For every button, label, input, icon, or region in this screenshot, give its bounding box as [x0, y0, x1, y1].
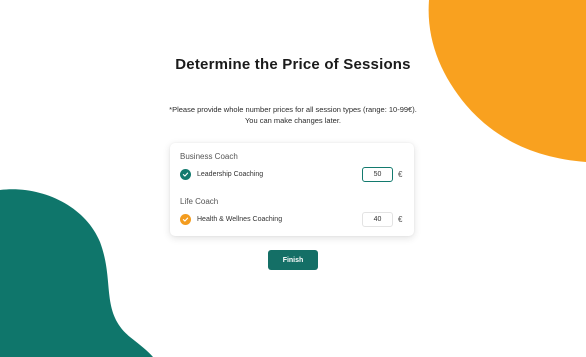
page-title: Determine the Price of Sessions — [175, 56, 411, 73]
check-circle-icon — [180, 168, 191, 180]
session-name: Leadership Coaching — [197, 170, 264, 178]
session-row-health-wellness-coaching: Health & Wellnes Coaching € — [180, 211, 404, 227]
finish-button[interactable]: Finish — [268, 250, 318, 270]
price-input-leadership-coaching[interactable] — [362, 166, 393, 182]
price-setup-page: Determine the Price of Sessions *Please … — [0, 0, 586, 357]
check-circle-icon — [180, 213, 191, 225]
category-label-business-coach: Business Coach — [180, 152, 238, 161]
session-price-card: Business Coach Leadership Coaching € Lif… — [170, 143, 414, 236]
subtitle-instructions: *Please provide whole number prices for … — [169, 105, 417, 114]
currency-symbol: € — [398, 169, 403, 179]
currency-symbol: € — [398, 214, 403, 224]
session-row-leadership-coaching: Leadership Coaching € — [180, 166, 404, 182]
category-label-life-coach: Life Coach — [180, 197, 219, 206]
session-name: Health & Wellnes Coaching — [197, 215, 283, 223]
subtitle-note: You can make changes later. — [244, 116, 342, 125]
price-input-health-wellness-coaching[interactable] — [362, 211, 393, 227]
page-subtitle: *Please provide whole number prices for … — [0, 104, 586, 126]
